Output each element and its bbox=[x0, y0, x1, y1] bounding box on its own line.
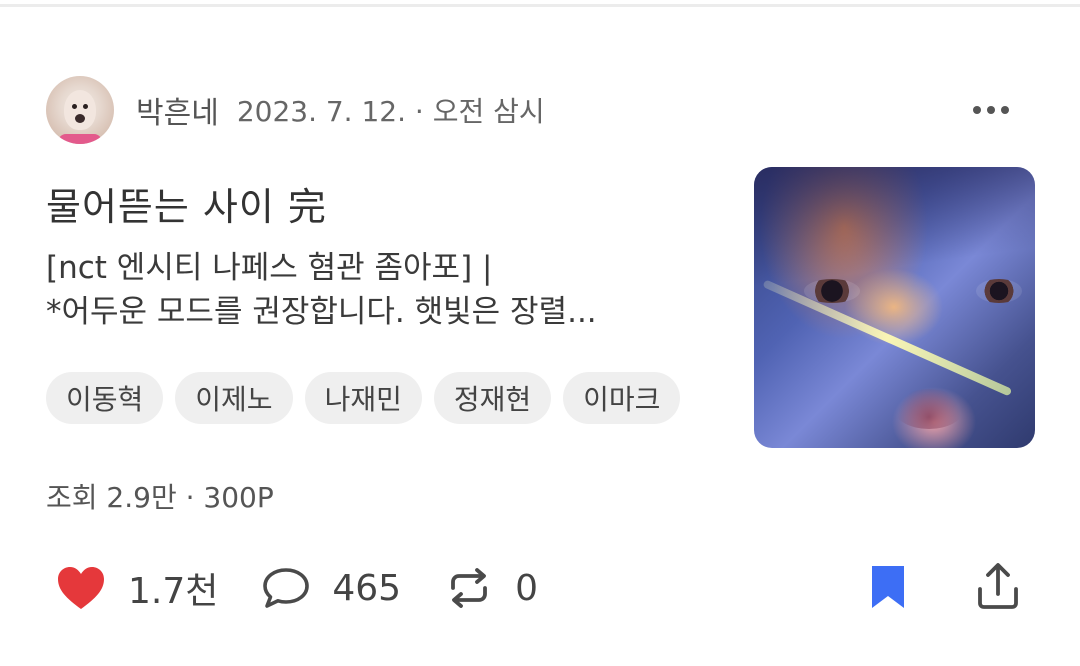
post-date: 2023. 7. 12. · 오전 삼시 bbox=[236, 95, 545, 128]
bookmark-icon bbox=[872, 566, 904, 608]
share-icon bbox=[978, 563, 1018, 609]
like-button[interactable]: 1.7천 bbox=[56, 562, 218, 614]
post-title[interactable]: 물어뜯는 사이 完 bbox=[46, 176, 327, 231]
avatar[interactable] bbox=[46, 76, 114, 144]
repost-button[interactable]: 0 bbox=[445, 566, 538, 610]
tag-chip[interactable]: 이제노 bbox=[175, 372, 293, 424]
top-divider bbox=[0, 4, 1080, 7]
post-header: 박흔네 2023. 7. 12. · 오전 삼시 bbox=[46, 76, 1034, 144]
action-bar: 1.7천 465 0 bbox=[56, 560, 1020, 616]
tag-chip[interactable]: 이마크 bbox=[563, 372, 681, 424]
view-stats: 조회 2.9만 · 300P bbox=[46, 481, 274, 514]
more-dots-icon bbox=[973, 106, 981, 114]
heart-icon bbox=[58, 567, 104, 609]
comment-count: 465 bbox=[332, 567, 402, 609]
bookmark-button[interactable] bbox=[868, 562, 908, 614]
more-options-button[interactable] bbox=[973, 90, 1009, 130]
tag-chip[interactable]: 정재현 bbox=[433, 372, 552, 424]
tag-chip[interactable]: 이동혁 bbox=[46, 372, 164, 424]
tag-chip[interactable]: 나재민 bbox=[304, 372, 422, 424]
post-description[interactable]: [nct 엔시티 나페스 혐관 좀아포] | *어두운 모드를 권장합니다. 햇… bbox=[46, 246, 726, 334]
share-button[interactable] bbox=[976, 561, 1020, 615]
comment-button[interactable]: 465 bbox=[262, 566, 401, 610]
description-line-2: *어두운 모드를 권장합니다. 햇빛은 장렬... bbox=[46, 294, 597, 330]
author-name[interactable]: 박흔네 bbox=[136, 88, 219, 132]
tag-list: 이동혁 이제노 나재민 정재현 이마크 bbox=[46, 372, 681, 424]
repost-count: 0 bbox=[515, 567, 538, 609]
post-thumbnail[interactable] bbox=[754, 167, 1035, 448]
repost-icon bbox=[451, 568, 487, 608]
description-line-1: [nct 엔시티 나페스 혐관 좀아포] | bbox=[46, 250, 493, 286]
like-count: 1.7천 bbox=[128, 571, 219, 612]
comment-bubble-icon bbox=[263, 568, 310, 608]
